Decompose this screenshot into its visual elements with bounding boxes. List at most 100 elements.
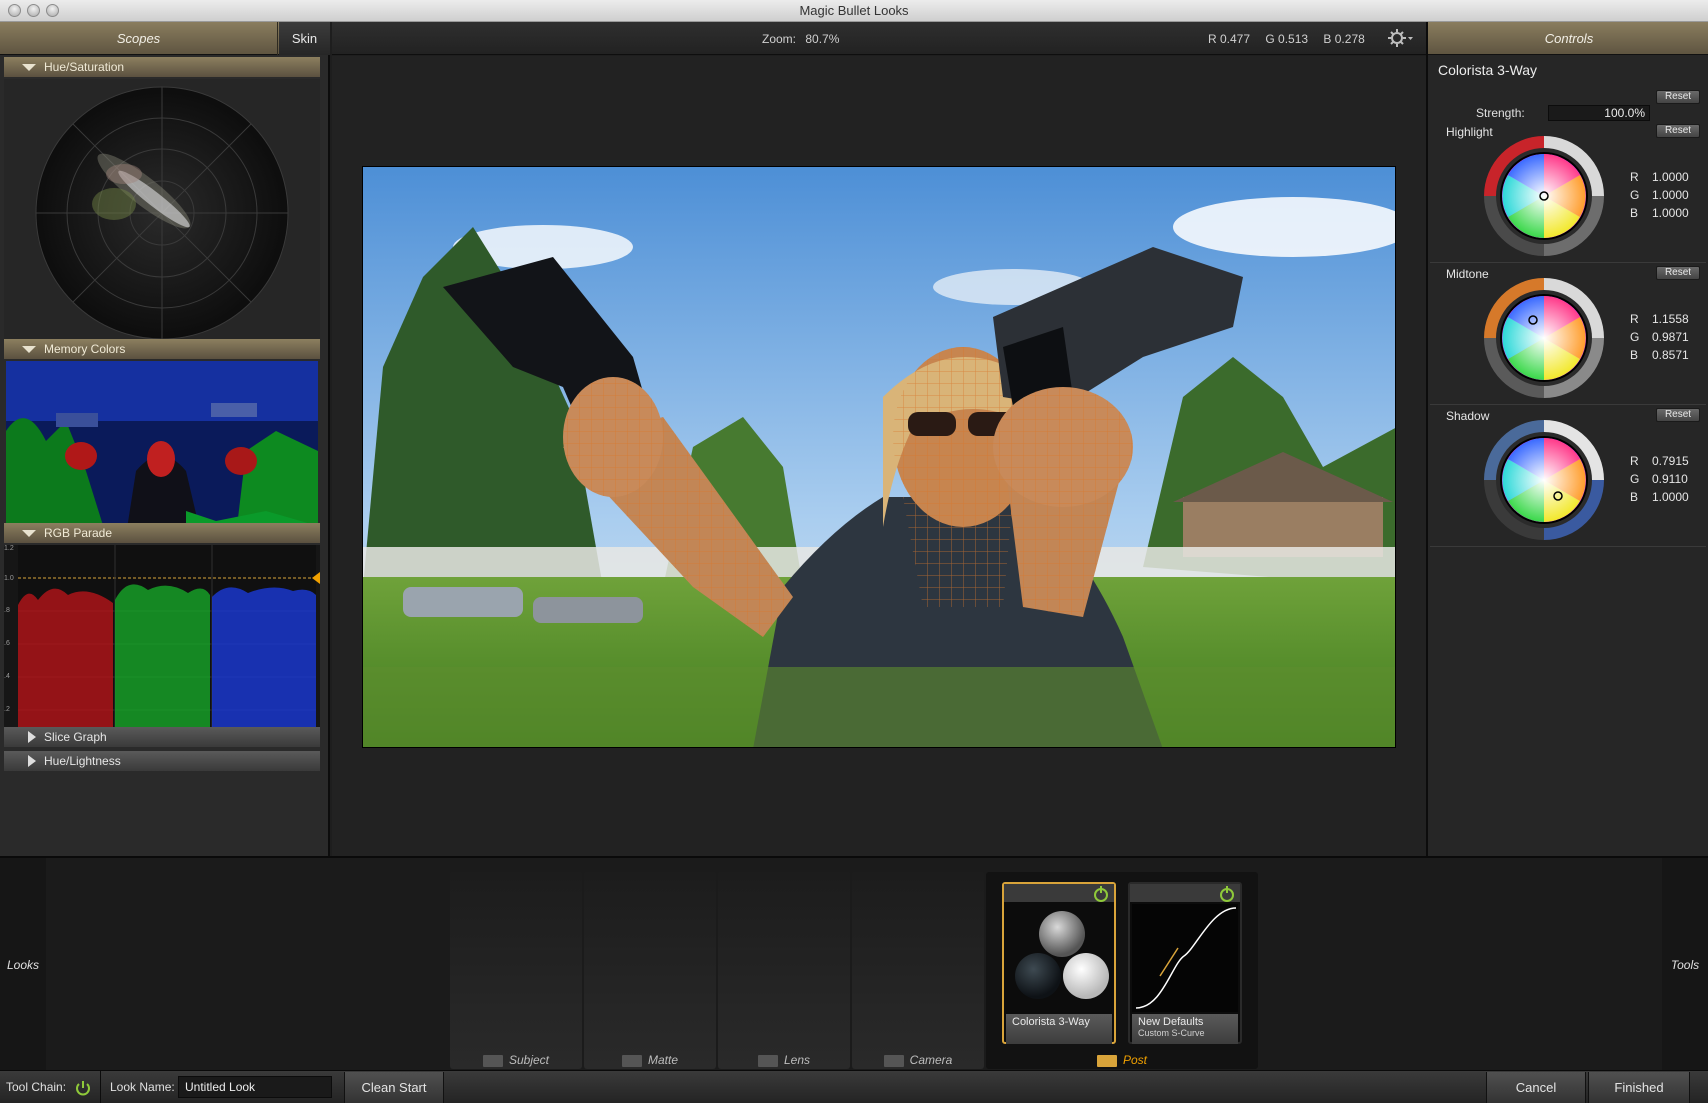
shadow-b-value[interactable]: 1.0000	[1652, 490, 1689, 504]
rgb-parade-graph	[18, 545, 316, 745]
highlight-color-wheel[interactable]	[1482, 134, 1606, 263]
color-wheel-graphic	[1484, 136, 1604, 256]
rgb-parade-scope: 1.2 1.0 .8 .6 .4 .2 0	[4, 545, 320, 745]
stage-post[interactable]: Colorista 3-Way New Defaults Custom S-Cu…	[986, 872, 1258, 1069]
stage-lens[interactable]: Lens	[718, 872, 850, 1069]
preview-photo	[363, 167, 1395, 747]
midtone-g-value[interactable]: 0.9871	[1652, 330, 1689, 344]
divider	[1430, 262, 1706, 263]
midtone-color-wheel[interactable]	[1482, 276, 1606, 405]
colorista-preview-icon	[1015, 911, 1109, 999]
color-wheel-graphic	[1484, 278, 1604, 398]
matte-icon	[621, 1054, 642, 1067]
collapsed-triangle-icon	[28, 755, 36, 767]
app-window: Magic Bullet Looks Scopes Skin Hue/Satur…	[0, 0, 1708, 1103]
card-caption: Colorista 3-Way	[1006, 1014, 1112, 1044]
s-curve-preview-icon	[1132, 904, 1238, 1012]
viewer-settings-button[interactable]	[1386, 28, 1414, 48]
power-icon	[76, 1081, 90, 1096]
post-label: Post	[986, 1053, 1258, 1067]
tool-card-colorista[interactable]: Colorista 3-Way	[1002, 882, 1116, 1044]
tab-skin[interactable]: Skin	[279, 22, 330, 55]
readout-r: R 0.477	[1208, 32, 1251, 46]
zoom-readout[interactable]: Zoom: 80.7%	[762, 32, 839, 46]
power-icon[interactable]	[1094, 886, 1108, 902]
section-label: RGB Parade	[44, 526, 113, 540]
shadow-g-value[interactable]: 0.9110	[1652, 472, 1688, 486]
expand-triangle-icon	[22, 346, 36, 353]
memory-colors-image	[6, 361, 318, 535]
tool-chain-label: Tool Chain:	[6, 1080, 67, 1094]
readout-g: G 0.513	[1265, 32, 1309, 46]
reset-all-button[interactable]: Reset	[1656, 90, 1700, 104]
shadow-color-wheel[interactable]	[1482, 418, 1606, 547]
looks-drawer-tab[interactable]: Looks	[0, 858, 46, 1072]
collapsed-triangle-icon	[28, 731, 36, 743]
preview-image[interactable]	[362, 166, 1396, 748]
highlight-values: R 1.0000 G 1.0000 B 1.0000	[1630, 170, 1689, 220]
section-memory-colors[interactable]: Memory Colors	[4, 339, 320, 359]
subject-icon	[482, 1054, 503, 1067]
section-slice-graph[interactable]: Slice Graph	[4, 727, 320, 747]
tab-scopes[interactable]: Scopes	[0, 22, 278, 55]
stage-camera[interactable]: Camera	[852, 872, 984, 1069]
midtone-reset-button[interactable]: Reset	[1656, 266, 1700, 280]
shadow-values: R 0.7915 G 0.9110 B 1.0000	[1630, 454, 1689, 504]
highlight-g-value[interactable]: 1.0000	[1652, 188, 1689, 202]
camera-icon	[883, 1054, 904, 1067]
hue-saturation-scope	[4, 79, 320, 359]
stage-label: Subject	[508, 1053, 550, 1067]
tools-drawer-tab[interactable]: Tools	[1662, 858, 1708, 1072]
memory-colors-scope	[6, 361, 318, 535]
stage-label: Lens	[783, 1053, 811, 1067]
midtone-r-value[interactable]: 1.1558	[1652, 312, 1689, 326]
divider	[1430, 404, 1706, 405]
stage-matte[interactable]: Matte	[584, 872, 716, 1069]
tab-controls[interactable]: Controls	[1428, 22, 1708, 55]
expand-triangle-icon	[22, 64, 36, 71]
finished-button[interactable]: Finished	[1588, 1072, 1690, 1103]
stage-subject[interactable]: Subject	[450, 872, 582, 1069]
highlight-reset-button[interactable]: Reset	[1656, 124, 1700, 138]
strength-slider[interactable]: 100.0%	[1548, 105, 1650, 121]
pixel-color-readout: R 0.477 G 0.513 B 0.278	[1208, 32, 1365, 46]
shadow-reset-button[interactable]: Reset	[1656, 408, 1700, 422]
card-subtitle: Custom S-Curve	[1138, 1028, 1205, 1038]
divider	[100, 1071, 101, 1103]
zoom-value: 80.7%	[805, 32, 840, 46]
strength-value: 100.0%	[1604, 106, 1645, 120]
section-hue-lightness[interactable]: Hue/Lightness	[4, 751, 320, 771]
highlight-b-value[interactable]: 1.0000	[1652, 206, 1689, 220]
clean-start-button[interactable]: Clean Start	[344, 1072, 444, 1103]
midtone-b-value[interactable]: 0.8571	[1652, 348, 1689, 362]
tool-chain-power-toggle[interactable]	[74, 1079, 92, 1097]
white-level-marker-icon[interactable]	[312, 572, 320, 584]
stage-label: Post	[1122, 1053, 1147, 1067]
post-icon	[1096, 1054, 1117, 1067]
window-title: Magic Bullet Looks	[799, 3, 909, 18]
card-caption: New Defaults Custom S-Curve	[1132, 1014, 1238, 1044]
section-rgb-parade[interactable]: RGB Parade	[4, 523, 320, 543]
rgb-parade-axis: 1.2 1.0 .8 .6 .4 .2 0	[4, 545, 14, 744]
vectorscope-graph	[35, 86, 289, 340]
gear-icon	[1388, 29, 1413, 47]
highlight-r-value[interactable]: 1.0000	[1652, 170, 1689, 184]
look-name-label: Look Name:	[110, 1080, 175, 1094]
stage-label: Camera	[909, 1053, 953, 1067]
midtone-values: R 1.1558 G 0.9871 B 0.8571	[1630, 312, 1689, 362]
section-label: Memory Colors	[44, 342, 126, 356]
card-title: New Defaults	[1138, 1016, 1204, 1028]
cancel-button[interactable]: Cancel	[1486, 1072, 1586, 1103]
power-icon[interactable]	[1220, 886, 1234, 902]
look-name-input[interactable]	[178, 1076, 332, 1098]
section-label: Hue/Lightness	[44, 754, 121, 768]
scopes-panel: Scopes Skin Hue/Saturation Memory Colors…	[0, 22, 330, 856]
scopes-tab-bar: Scopes Skin	[0, 22, 330, 55]
tool-card-s-curve[interactable]: New Defaults Custom S-Curve	[1128, 882, 1242, 1044]
section-label: Hue/Saturation	[44, 60, 125, 74]
shadow-r-value[interactable]: 0.7915	[1652, 454, 1689, 468]
strength-label: Strength:	[1476, 106, 1525, 120]
section-hue-saturation[interactable]: Hue/Saturation	[4, 57, 320, 77]
viewer-toolbar: Zoom: 80.7% R 0.477 G 0.513 B 0.278	[332, 22, 1426, 55]
tool-name: Colorista 3-Way	[1438, 62, 1538, 78]
